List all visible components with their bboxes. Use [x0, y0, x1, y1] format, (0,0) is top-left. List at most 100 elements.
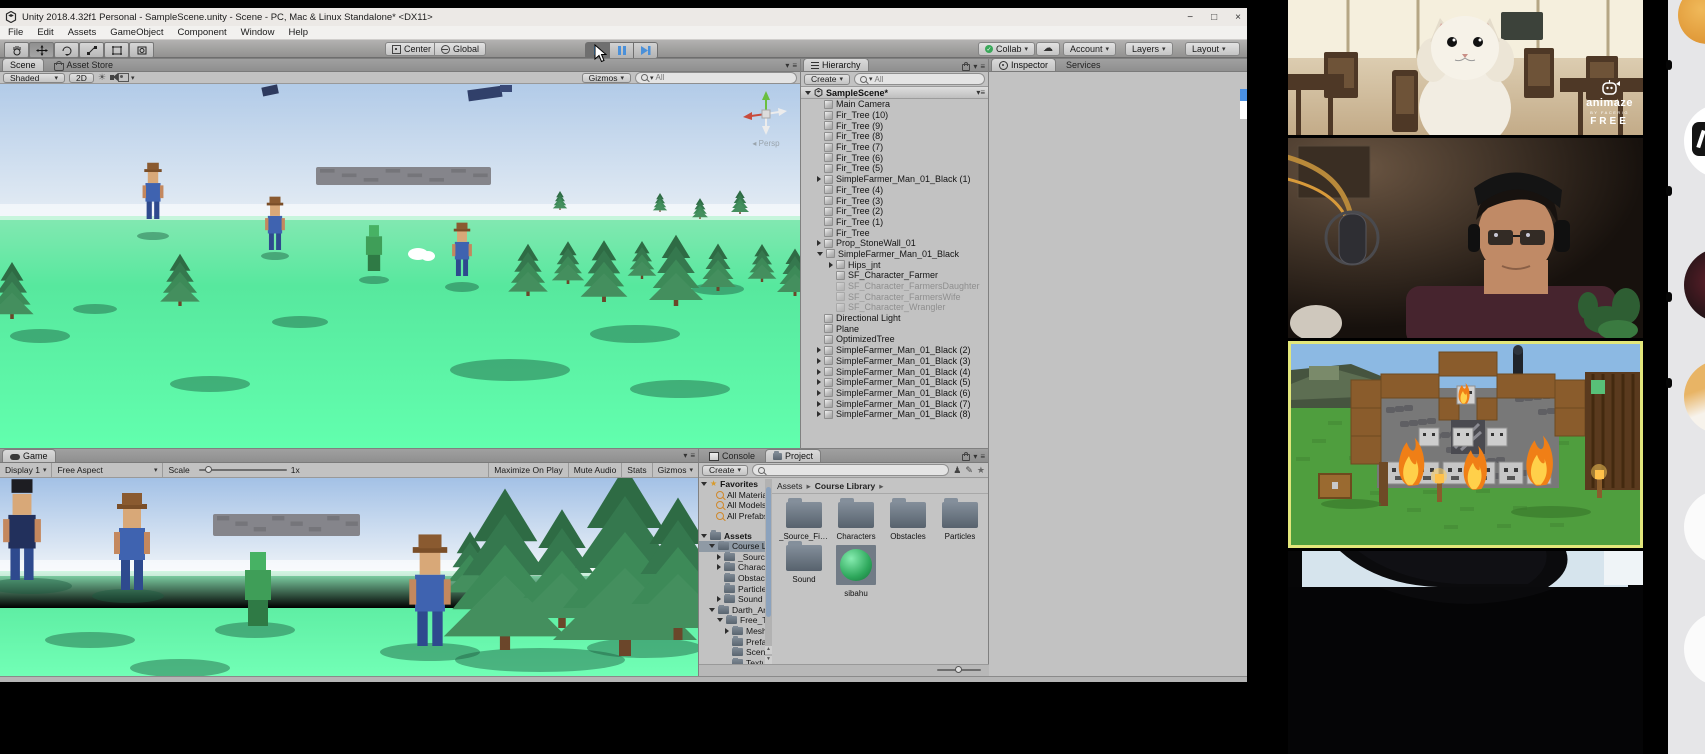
project-tree-item[interactable]: All Materials — [699, 490, 765, 501]
tab-hierarchy[interactable]: Hierarchy — [803, 58, 869, 71]
hierarchy-item[interactable]: SF_Character_FarmersWife — [801, 291, 988, 302]
hierarchy-item[interactable]: Fir_Tree (3) — [801, 195, 988, 206]
favorites-filter-icon[interactable]: ★ — [977, 465, 985, 476]
transform-tool-icon[interactable] — [129, 42, 154, 58]
menu-edit[interactable]: Edit — [37, 27, 53, 38]
sidebar-avatar[interactable] — [1678, 0, 1705, 44]
project-tree-item[interactable]: Meshes — [699, 626, 765, 637]
lock-icon[interactable] — [962, 454, 970, 461]
hand-tool-icon[interactable] — [4, 42, 29, 58]
hierarchy-item[interactable]: Fir_Tree (5) — [801, 163, 988, 174]
close-button[interactable]: × — [1235, 12, 1241, 23]
minimize-button[interactable]: − — [1187, 12, 1193, 23]
shaded-dropdown[interactable]: Shaded▾ — [3, 73, 65, 83]
menu-help[interactable]: Help — [288, 27, 308, 38]
hierarchy-item[interactable]: Prop_StoneWall_01 — [801, 238, 988, 249]
hierarchy-item[interactable]: SF_Character_FarmersDaughter — [801, 281, 988, 292]
thumbnail-size-slider[interactable] — [937, 669, 981, 671]
2d-toggle[interactable]: 2D — [69, 73, 94, 83]
collab-filter-icon[interactable]: ♟ — [953, 465, 961, 476]
hierarchy-item[interactable]: SimpleFarmer_Man_01_Black (3) — [801, 356, 988, 367]
hierarchy-item[interactable]: Fir_Tree (2) — [801, 206, 988, 217]
sidebar-avatar[interactable] — [1684, 612, 1705, 686]
label-filter-icon[interactable]: ✎ — [965, 465, 973, 476]
hierarchy-item[interactable]: SimpleFarmer_Man_01_Black (1) — [801, 174, 988, 185]
rotate-tool-icon[interactable] — [54, 42, 79, 58]
project-create-button[interactable]: Create▾ — [702, 465, 748, 476]
hierarchy-create-button[interactable]: Create▾ — [804, 74, 850, 85]
lighting-toggle-icon[interactable]: ☀ — [98, 73, 106, 82]
menu-window[interactable]: Window — [241, 27, 275, 38]
webcam-dark[interactable] — [1288, 551, 1643, 754]
hierarchy-item[interactable]: SimpleFarmer_Man_01_Black — [801, 249, 988, 260]
layers-dropdown[interactable]: Layers▾ — [1125, 42, 1173, 56]
audio-toggle-icon[interactable] — [110, 75, 114, 80]
tab-asset-store[interactable]: Asset Store — [46, 58, 122, 71]
tab-scene[interactable]: Scene — [2, 58, 44, 71]
project-tree-item[interactable]: _Source_Files — [699, 552, 765, 563]
webcam-person[interactable] — [1288, 138, 1643, 338]
asset-Particles[interactable]: Particles — [934, 502, 986, 541]
hierarchy-item[interactable]: Fir_Tree (1) — [801, 217, 988, 228]
tab-project[interactable]: Project — [765, 449, 821, 462]
account-dropdown[interactable]: Account▾ — [1063, 42, 1116, 56]
hierarchy-item[interactable]: Directional Light — [801, 313, 988, 324]
project-tree-item[interactable]: Assets — [699, 530, 765, 541]
hierarchy-item[interactable]: SimpleFarmer_Man_01_Black (4) — [801, 366, 988, 377]
project-tree-item[interactable]: Course Library — [699, 541, 765, 552]
display-dropdown[interactable]: Display 1▾ — [0, 463, 51, 477]
asset-_Source_Files[interactable]: _Source_Files — [778, 502, 830, 541]
webcam-minecraft-share[interactable] — [1288, 341, 1643, 548]
breadcrumb-course-library[interactable]: Course Library — [815, 481, 875, 491]
sidebar-avatar[interactable] — [1684, 104, 1705, 178]
layout-dropdown[interactable]: Layout▾ — [1185, 42, 1240, 56]
effects-dropdown[interactable]: ▾ — [118, 73, 135, 82]
move-tool-icon[interactable] — [29, 42, 54, 58]
tab-console[interactable]: Console — [701, 449, 763, 462]
scene-search-input[interactable]: ▾ All — [635, 72, 797, 84]
project-tree-item[interactable]: Obstacles — [699, 573, 765, 584]
project-search-input[interactable] — [752, 464, 949, 476]
menu-assets[interactable]: Assets — [68, 27, 97, 38]
game-gizmos-button[interactable]: Gizmos▾ — [652, 463, 698, 477]
project-tree-item[interactable]: ★Favorites — [699, 479, 765, 490]
project-tree-item[interactable]: Free_T — [699, 615, 765, 626]
tab-services[interactable]: Services — [1058, 58, 1109, 71]
project-tree-item[interactable]: Scenes — [699, 647, 765, 658]
game-stats-button[interactable]: Stats — [621, 463, 651, 477]
hierarchy-item[interactable]: Fir_Tree (10) — [801, 110, 988, 121]
asset-Obstacles[interactable]: Obstacles — [882, 502, 934, 541]
asset-Sound[interactable]: Sound — [778, 545, 830, 598]
step-button[interactable] — [633, 42, 658, 59]
game-viewport[interactable] — [0, 478, 698, 677]
hierarchy-item[interactable]: SimpleFarmer_Man_01_Black (2) — [801, 345, 988, 356]
hierarchy-item[interactable]: Fir_Tree (6) — [801, 152, 988, 163]
sidebar-avatar[interactable] — [1684, 248, 1705, 322]
hierarchy-item[interactable]: Fir_Tree (4) — [801, 185, 988, 196]
maximize-button[interactable]: □ — [1211, 12, 1217, 23]
hierarchy-item[interactable]: SF_Character_Wrangler — [801, 302, 988, 313]
game-maximize-on-play-button[interactable]: Maximize On Play — [488, 463, 568, 477]
project-tree-item[interactable]: Sound — [699, 594, 765, 605]
scale-slider[interactable] — [199, 469, 287, 471]
tab-game[interactable]: Game — [2, 449, 56, 462]
hierarchy-item[interactable]: SimpleFarmer_Man_01_Black (7) — [801, 398, 988, 409]
hierarchy-item[interactable]: SF_Character_Farmer — [801, 270, 988, 281]
project-tree-item[interactable]: Darth_Ar — [699, 605, 765, 616]
menu-gameobject[interactable]: GameObject — [110, 27, 163, 38]
pivot-global-button[interactable]: Global — [434, 42, 486, 56]
lock-icon[interactable] — [962, 64, 970, 71]
hierarchy-item[interactable]: SimpleFarmer_Man_01_Black (6) — [801, 388, 988, 399]
sidebar-avatar[interactable] — [1684, 490, 1705, 564]
collab-button[interactable]: ✓ Collab▾ — [978, 42, 1035, 56]
scene-header-row[interactable]: SampleScene* ▾≡ — [801, 87, 988, 99]
hierarchy-item[interactable]: Main Camera — [801, 99, 988, 110]
hierarchy-item[interactable]: Hips_jnt — [801, 259, 988, 270]
asset-Characters[interactable]: Characters — [830, 502, 882, 541]
sidebar-avatar[interactable] — [1684, 360, 1705, 434]
hierarchy-item[interactable]: OptimizedTree — [801, 334, 988, 345]
tab-inspector[interactable]: Inspector — [991, 58, 1056, 71]
hierarchy-item[interactable]: SimpleFarmer_Man_01_Black (5) — [801, 377, 988, 388]
scene-gizmos-dropdown[interactable]: Gizmos▾ — [582, 73, 631, 83]
menu-component[interactable]: Component — [178, 27, 227, 38]
